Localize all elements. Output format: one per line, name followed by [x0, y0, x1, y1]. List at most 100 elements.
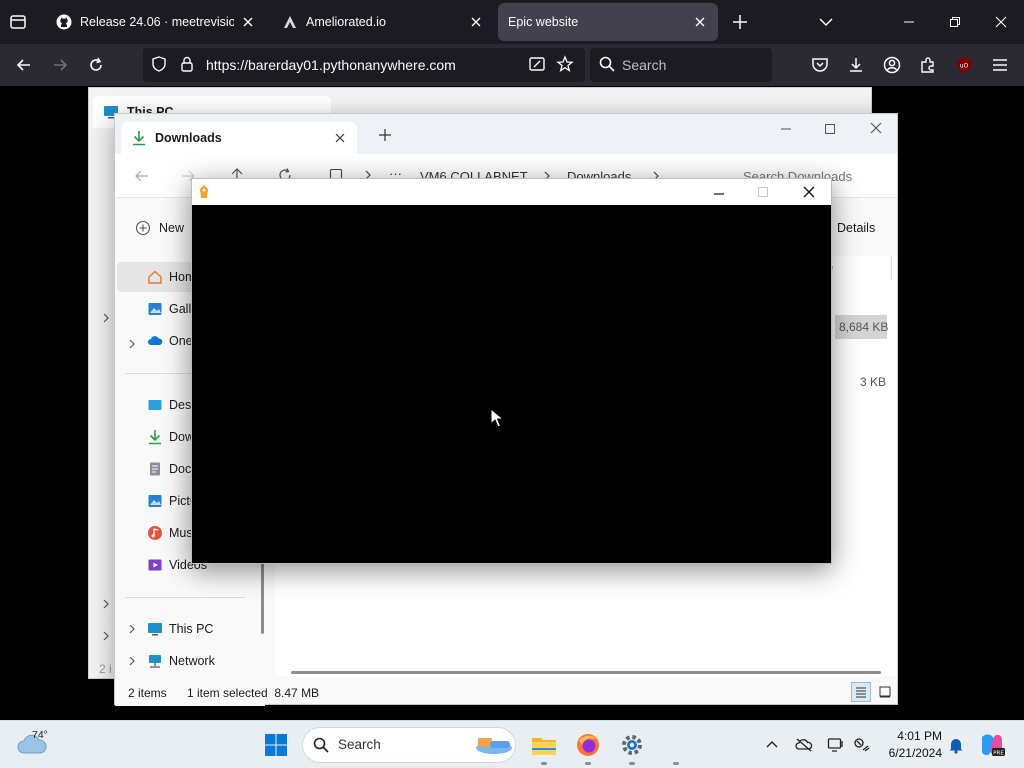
forward-icon[interactable] [46, 51, 74, 79]
running-indicator [629, 762, 635, 765]
maximize-icon[interactable] [756, 185, 770, 199]
running-indicator [585, 762, 591, 765]
chevron-right-icon[interactable] [101, 599, 111, 609]
ublock-origin-icon[interactable]: uO [954, 55, 974, 75]
tab-epic-website[interactable]: Epic website [498, 3, 718, 41]
close-window-icon[interactable] [802, 185, 816, 199]
chevron-right-icon[interactable] [101, 631, 111, 641]
settings-gear-icon[interactable] [612, 727, 652, 763]
list-tabs-icon[interactable] [816, 12, 836, 32]
minimize-icon[interactable] [779, 122, 793, 136]
file-size: 3 KB [860, 375, 887, 389]
clock-date[interactable]: 6/21/2024 [880, 746, 942, 760]
copilot-pre-icon[interactable]: PRE [978, 731, 1006, 759]
svg-text:PRE: PRE [993, 751, 1004, 757]
taskbar: 74° Search 4:01 PM 6/21/2024 PRE [0, 720, 1024, 768]
tab-ameliorated[interactable]: Ameliorated.io [272, 3, 494, 41]
reload-icon[interactable] [82, 51, 110, 79]
new-button[interactable]: New [159, 221, 184, 235]
sidebar-item-this-pc[interactable]: This PC [115, 614, 255, 644]
videos-icon [147, 557, 163, 573]
status-items-count: 2 items [128, 686, 167, 700]
new-tab-icon[interactable] [730, 12, 750, 32]
pictures-icon [147, 493, 163, 509]
pocket-icon[interactable] [810, 55, 830, 75]
onedrive-offline-icon[interactable] [794, 735, 814, 755]
network-status-icon[interactable] [852, 735, 872, 755]
music-icon [147, 525, 163, 541]
close-icon[interactable] [240, 14, 256, 30]
search-icon [312, 736, 330, 754]
mouse-cursor-icon [490, 408, 504, 428]
display-monitor-icon[interactable] [826, 735, 846, 755]
details-view-icon[interactable] [851, 682, 871, 702]
account-icon[interactable] [882, 55, 902, 75]
details-button[interactable]: Details [837, 221, 875, 235]
taskbar-search-label: Search [338, 737, 381, 752]
firefox-icon[interactable] [568, 727, 608, 763]
github-icon [56, 14, 72, 30]
extensions-icon[interactable] [918, 55, 938, 75]
tab-title: Release 24.06 · meetrevision/pla [80, 15, 234, 29]
browser-tab-bar: Release 24.06 · meetrevision/pla Amelior… [0, 0, 1024, 44]
close-icon[interactable] [692, 14, 708, 30]
tracking-protection-icon[interactable] [150, 55, 168, 73]
download-arrow-icon [147, 429, 163, 445]
document-icon [147, 461, 163, 477]
downloads-icon[interactable] [846, 55, 866, 75]
gallery-icon [147, 301, 163, 317]
back-icon[interactable] [10, 51, 38, 79]
maximize-icon[interactable] [823, 122, 837, 136]
browser-search-placeholder: Search [622, 57, 667, 73]
running-indicator [673, 762, 679, 765]
desktop-icon [147, 397, 163, 413]
menu-icon[interactable] [990, 55, 1010, 75]
monitor-icon [147, 621, 163, 637]
horizontal-scrollbar[interactable] [291, 671, 881, 674]
close-window-icon[interactable] [869, 121, 883, 135]
status-items-count: 2 i [99, 662, 112, 676]
minimize-icon[interactable] [886, 0, 932, 44]
browser-search-box[interactable] [590, 48, 772, 82]
sidebar-scrollbar[interactable] [261, 554, 264, 634]
notification-bell-icon[interactable] [946, 735, 966, 755]
tab-title: Ameliorated.io [306, 15, 386, 29]
chevron-up-icon[interactable] [762, 735, 782, 755]
weather-temperature: 74° [32, 729, 48, 741]
running-indicator [541, 762, 547, 765]
restore-icon[interactable] [932, 0, 978, 44]
permissions-icon[interactable] [528, 55, 546, 73]
start-windows-icon[interactable] [256, 727, 296, 763]
close-icon[interactable] [468, 14, 484, 30]
dialog-title-bar[interactable] [192, 179, 831, 205]
search-highlight-icon [470, 732, 514, 758]
blank-black-window[interactable] [191, 178, 832, 564]
sidebar-item-network[interactable]: Network [115, 646, 255, 676]
back-icon[interactable] [135, 169, 149, 183]
status-selection: 1 item selected 8.47 MB [187, 686, 320, 700]
file-explorer-icon[interactable] [524, 727, 564, 763]
tab-overview-icon[interactable] [8, 12, 30, 34]
tab-title: Epic website [508, 15, 579, 29]
divider [125, 597, 245, 598]
svg-text:uO: uO [960, 63, 969, 70]
app-icon [198, 184, 210, 200]
column-divider [891, 256, 892, 280]
explorer-tab-downloads[interactable]: Downloads [121, 122, 357, 154]
ameliorated-logo-icon [282, 14, 298, 30]
bookmark-star-icon[interactable] [556, 55, 574, 73]
close-icon[interactable] [333, 131, 347, 145]
file-size: 8,684 KB [839, 320, 889, 334]
close-window-icon[interactable] [978, 0, 1024, 44]
minimize-icon[interactable] [712, 186, 726, 200]
new-plus-icon[interactable] [135, 220, 151, 236]
cloud-icon [147, 333, 163, 349]
large-icons-view-icon[interactable] [875, 682, 895, 702]
clock-time[interactable]: 4:01 PM [884, 729, 942, 743]
network-icon [147, 653, 163, 669]
tab-release[interactable]: Release 24.06 · meetrevision/pla [46, 3, 266, 41]
chevron-right-icon[interactable] [101, 313, 111, 323]
new-tab-icon[interactable] [378, 128, 392, 142]
lock-icon[interactable] [178, 55, 196, 73]
search-icon [598, 55, 616, 73]
